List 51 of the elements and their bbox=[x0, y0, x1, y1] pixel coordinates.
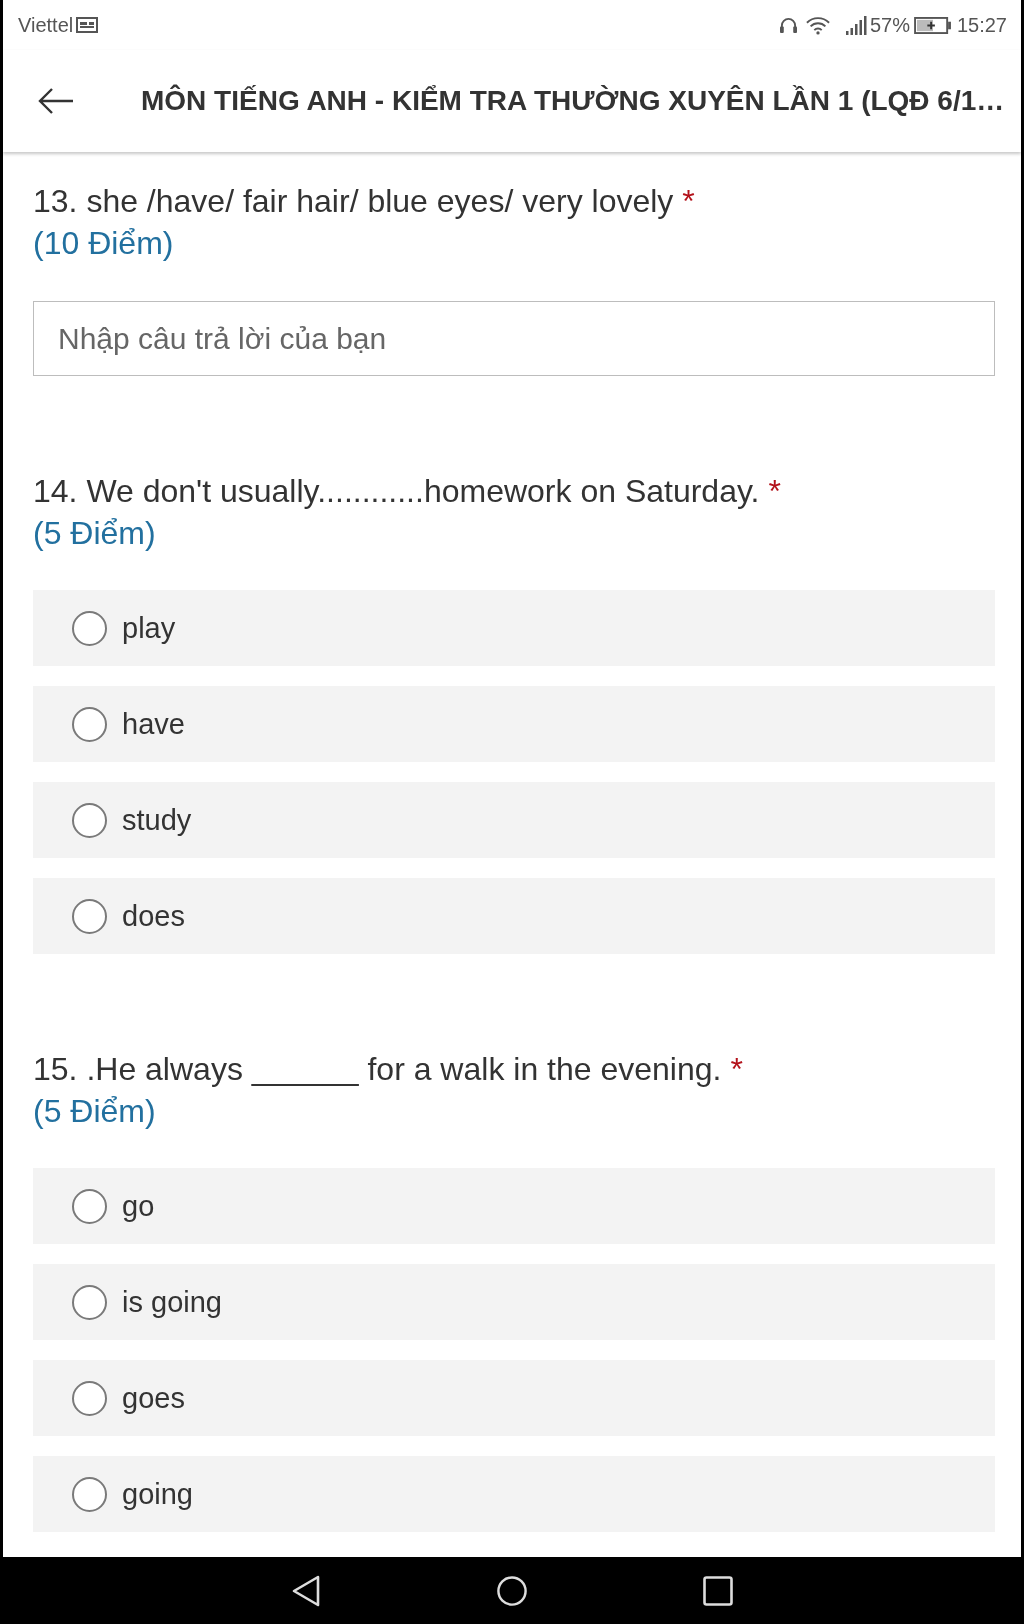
battery-charging-icon bbox=[913, 16, 952, 34]
option-label: have bbox=[122, 707, 185, 742]
answer-option[interactable]: play bbox=[33, 590, 995, 666]
square-recents-icon bbox=[703, 1574, 733, 1607]
left-arrow-icon bbox=[38, 87, 74, 115]
answer-option[interactable]: have bbox=[33, 686, 995, 762]
required-asterisk: * bbox=[768, 472, 781, 511]
points-label: (5 Điểm) bbox=[33, 514, 156, 553]
option-label: does bbox=[122, 899, 185, 934]
answer-option[interactable]: going bbox=[33, 1456, 995, 1532]
answer-field[interactable]: Nhập câu trả lời của bạn bbox=[33, 301, 995, 376]
radio-button[interactable] bbox=[72, 610, 107, 646]
answer-option[interactable]: go bbox=[33, 1168, 995, 1244]
option-label: go bbox=[122, 1189, 155, 1224]
radio-button[interactable] bbox=[72, 898, 107, 934]
clock: 15:27 bbox=[956, 13, 1007, 37]
option-label: is going bbox=[122, 1285, 222, 1320]
answer-option[interactable]: study bbox=[33, 782, 995, 858]
question-text: 15. .He always ______ for a walk in the evening. bbox=[33, 1050, 722, 1089]
option-label: goes bbox=[122, 1381, 185, 1416]
sim-card-icon bbox=[76, 17, 99, 33]
home-nav-button[interactable] bbox=[497, 1574, 527, 1607]
radio-button[interactable] bbox=[72, 1188, 107, 1224]
radio-button[interactable] bbox=[72, 706, 107, 742]
form-title: MÔN TIẾNG ANH - KIỂM TRA THƯỜNG XUYÊN LẦN 1 (LQĐ 6/1… bbox=[141, 84, 1005, 118]
points-label: (10 Điểm) bbox=[33, 224, 174, 263]
option-label: study bbox=[122, 803, 192, 838]
wifi-icon bbox=[805, 15, 830, 35]
points-label: (5 Điểm) bbox=[33, 1092, 156, 1131]
signal-bars-icon bbox=[844, 15, 867, 35]
required-asterisk: * bbox=[682, 182, 695, 221]
triangle-back-icon bbox=[291, 1574, 321, 1607]
required-asterisk: * bbox=[730, 1050, 743, 1089]
headset-icon bbox=[778, 16, 798, 34]
carrier-name: Viettel bbox=[18, 13, 74, 37]
option-label: going bbox=[122, 1477, 193, 1512]
answer-option[interactable]: goes bbox=[33, 1360, 995, 1436]
back-button[interactable] bbox=[38, 87, 74, 115]
radio-button[interactable] bbox=[72, 802, 107, 838]
back-nav-button[interactable] bbox=[291, 1574, 321, 1607]
option-label: play bbox=[122, 611, 176, 646]
recent-apps-button[interactable] bbox=[703, 1574, 733, 1607]
radio-button[interactable] bbox=[72, 1284, 107, 1320]
battery-percent: 57% bbox=[869, 13, 910, 37]
answer-option[interactable]: does bbox=[33, 878, 995, 954]
question-text: 13. she /have/ fair hair/ blue eyes/ very lovely bbox=[33, 182, 674, 221]
circle-home-icon bbox=[497, 1574, 527, 1607]
answer-option[interactable]: is going bbox=[33, 1264, 995, 1340]
radio-button[interactable] bbox=[72, 1476, 107, 1512]
question-text: 14. We don't usually............homework on Saturday. bbox=[33, 472, 760, 511]
radio-button[interactable] bbox=[72, 1380, 107, 1416]
